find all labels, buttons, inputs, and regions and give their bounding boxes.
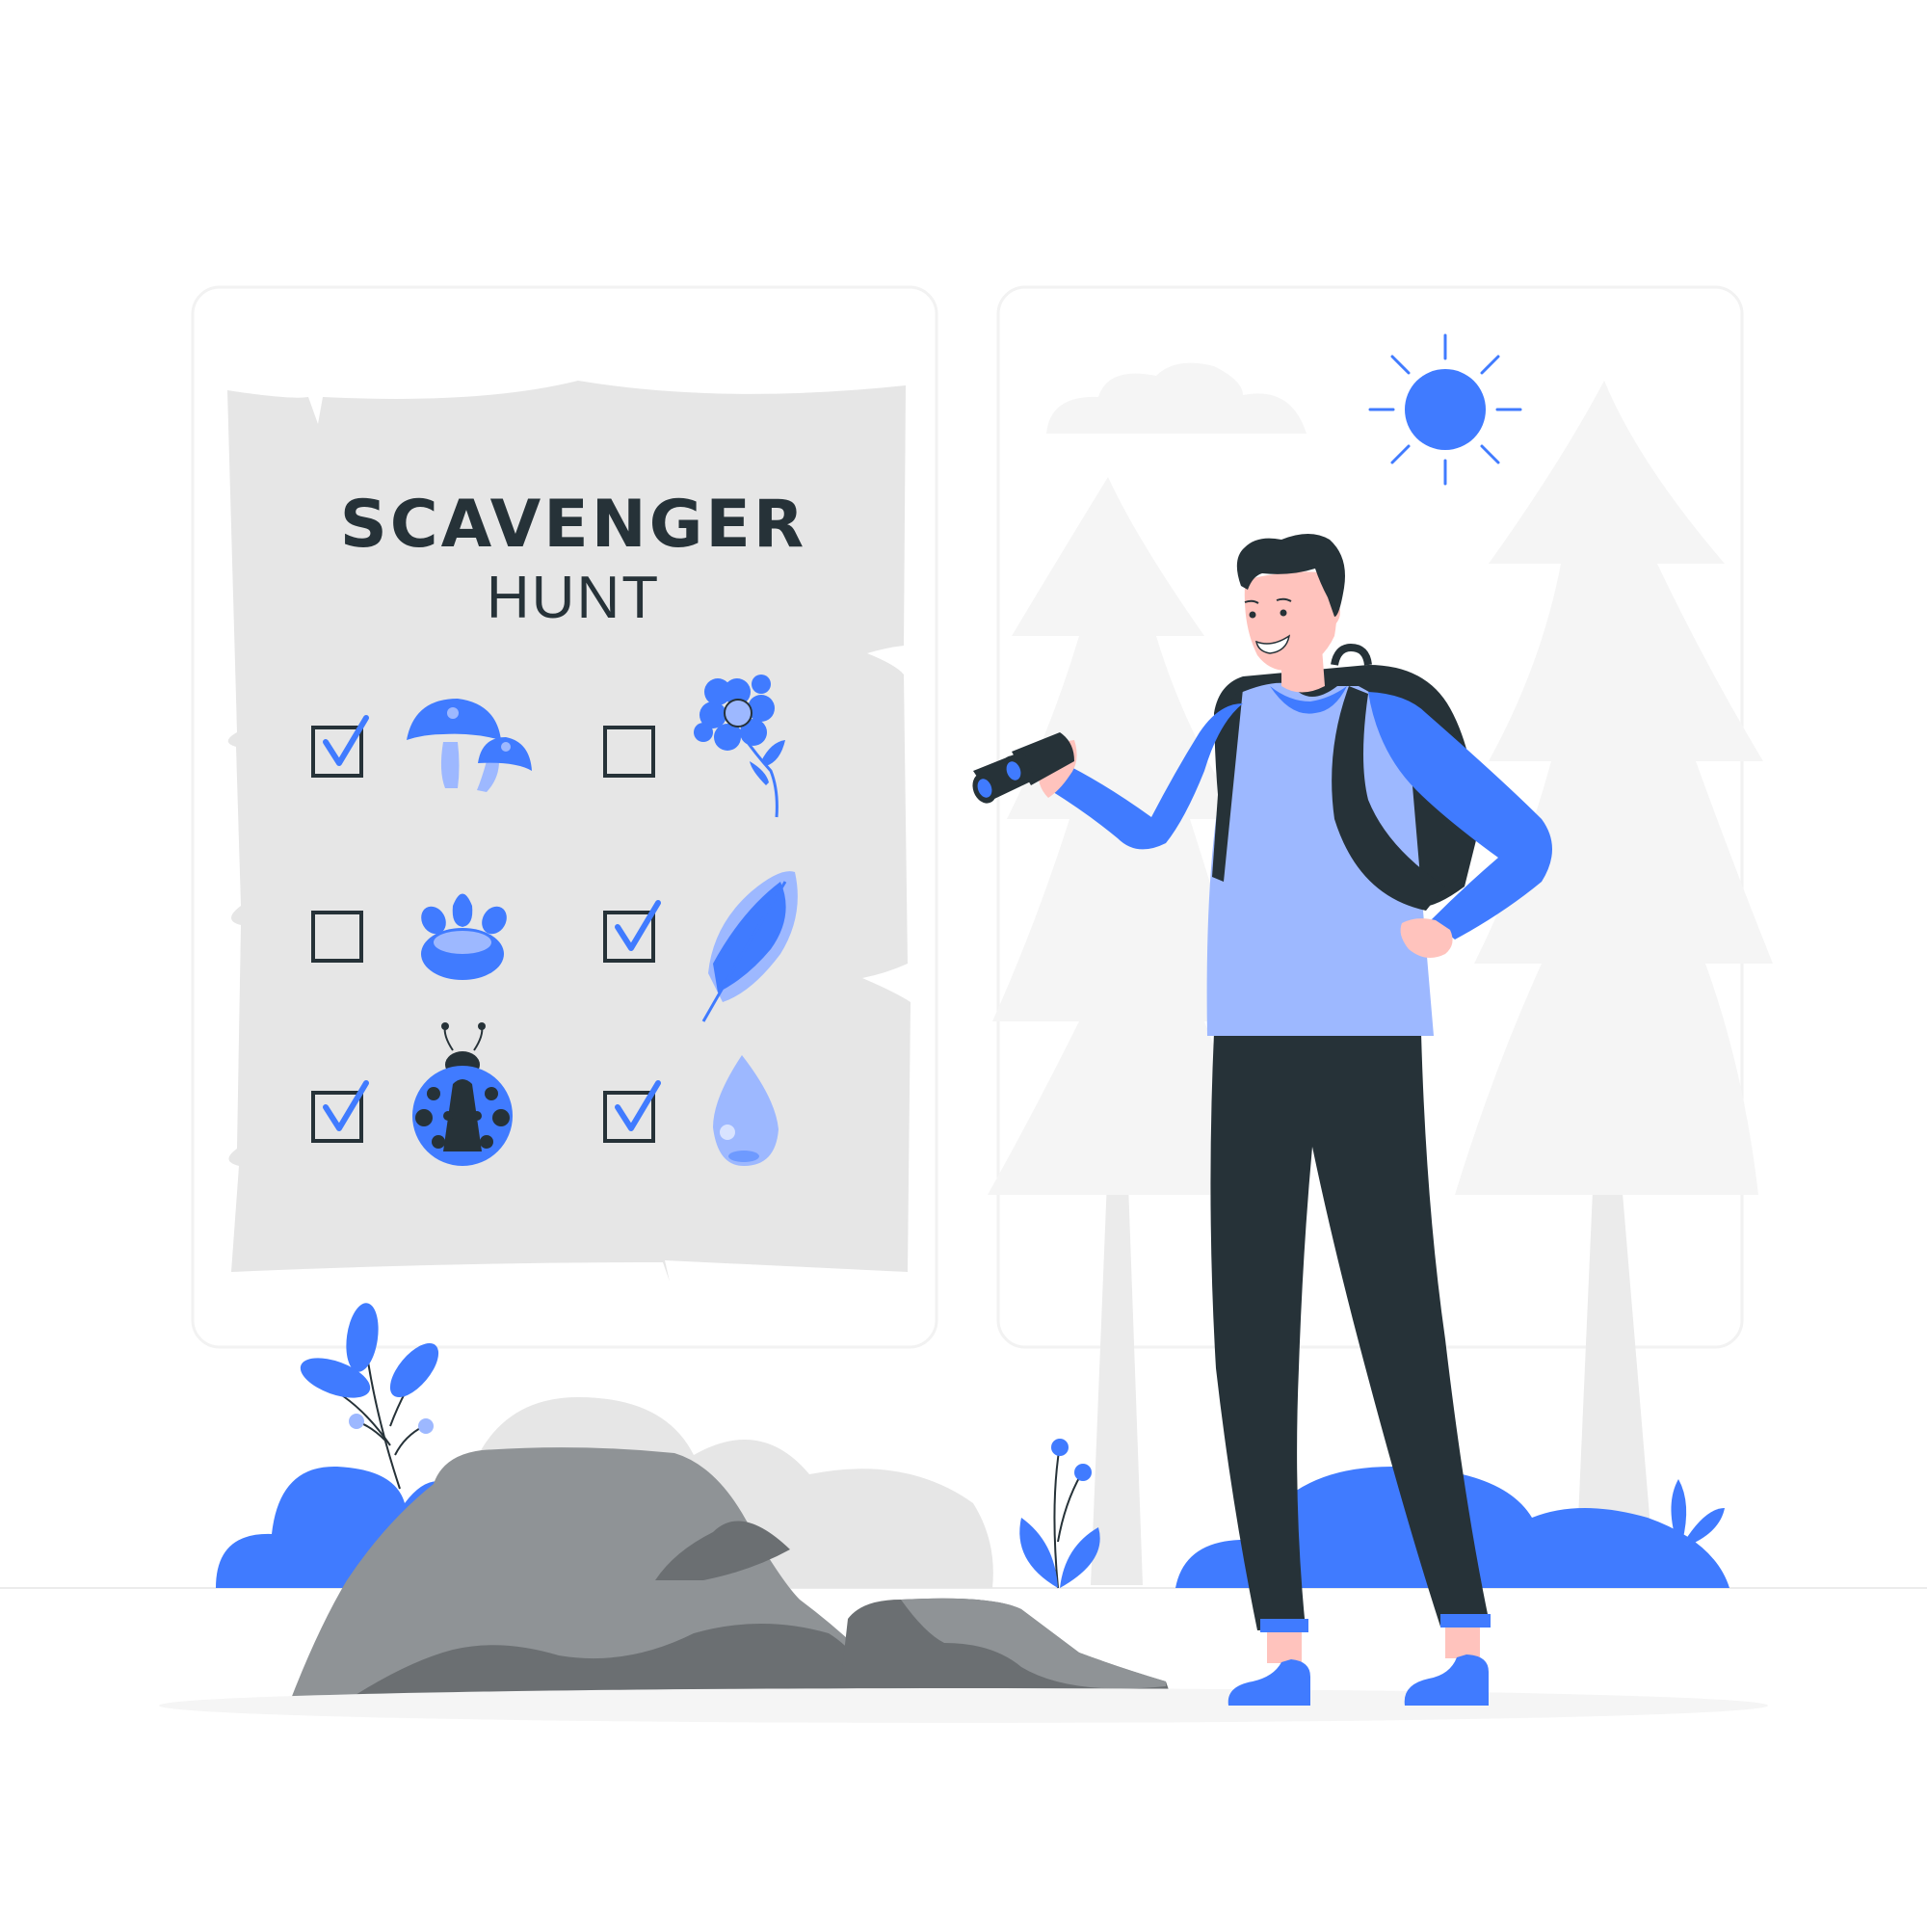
illustration: SCAVENGER HUNT	[0, 0, 1927, 1927]
illustration-canvas: SCAVENGER HUNT	[0, 285, 1927, 1723]
poster-title: SCAVENGER	[339, 487, 807, 563]
pants-cuff-left	[1260, 1619, 1308, 1632]
poster-subtitle: HUNT	[486, 565, 661, 631]
pants-cuff-right	[1440, 1614, 1491, 1628]
